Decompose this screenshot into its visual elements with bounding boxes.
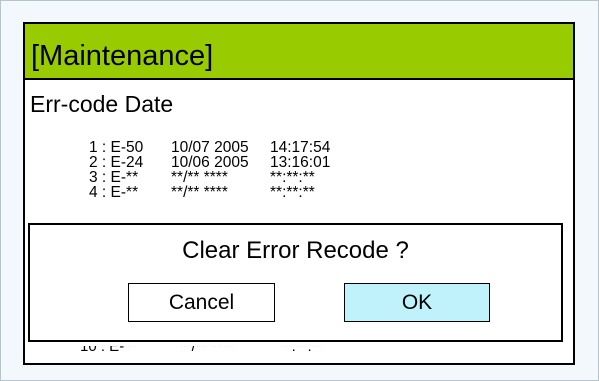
hidden-log-row: 10 : E-** **/** **** **:**:** [80,346,380,359]
log-error-code: 1 : E-50 [89,139,144,156]
log-date: 10/07 2005 [171,139,249,156]
log-error-code: 4 : E-** [89,184,139,201]
log-date: **/** **** [171,169,228,186]
log-time: 13:16:01 [270,154,331,171]
log-date: **/** **** [180,346,236,355]
log-time: **:**:** [270,169,315,186]
screen-frame: [Maintenance] Err-code Date 1 : E-50 10/… [0,0,599,381]
log-time: 14:17:54 [270,139,331,156]
cancel-button[interactable]: Cancel [128,283,275,322]
log-error-code: 2 : E-24 [89,154,144,171]
log-time: **:**:** [270,184,315,201]
log-date: **/** **** [171,184,228,201]
dialog-question: Clear Error Recode ? [182,237,409,264]
log-error-code: 10 : E-** [80,346,136,355]
column-header: Err-code Date [30,91,174,117]
title-bar: [Maintenance] [25,24,573,80]
log-time: **:**:** [280,346,324,355]
window-title: [Maintenance] [31,40,214,72]
log-error-code: 3 : E-** [89,169,139,186]
ok-button[interactable]: OK [344,283,490,322]
log-date: 10/06 2005 [171,154,249,171]
clear-error-dialog: Clear Error Recode ? Cancel OK [28,223,563,342]
